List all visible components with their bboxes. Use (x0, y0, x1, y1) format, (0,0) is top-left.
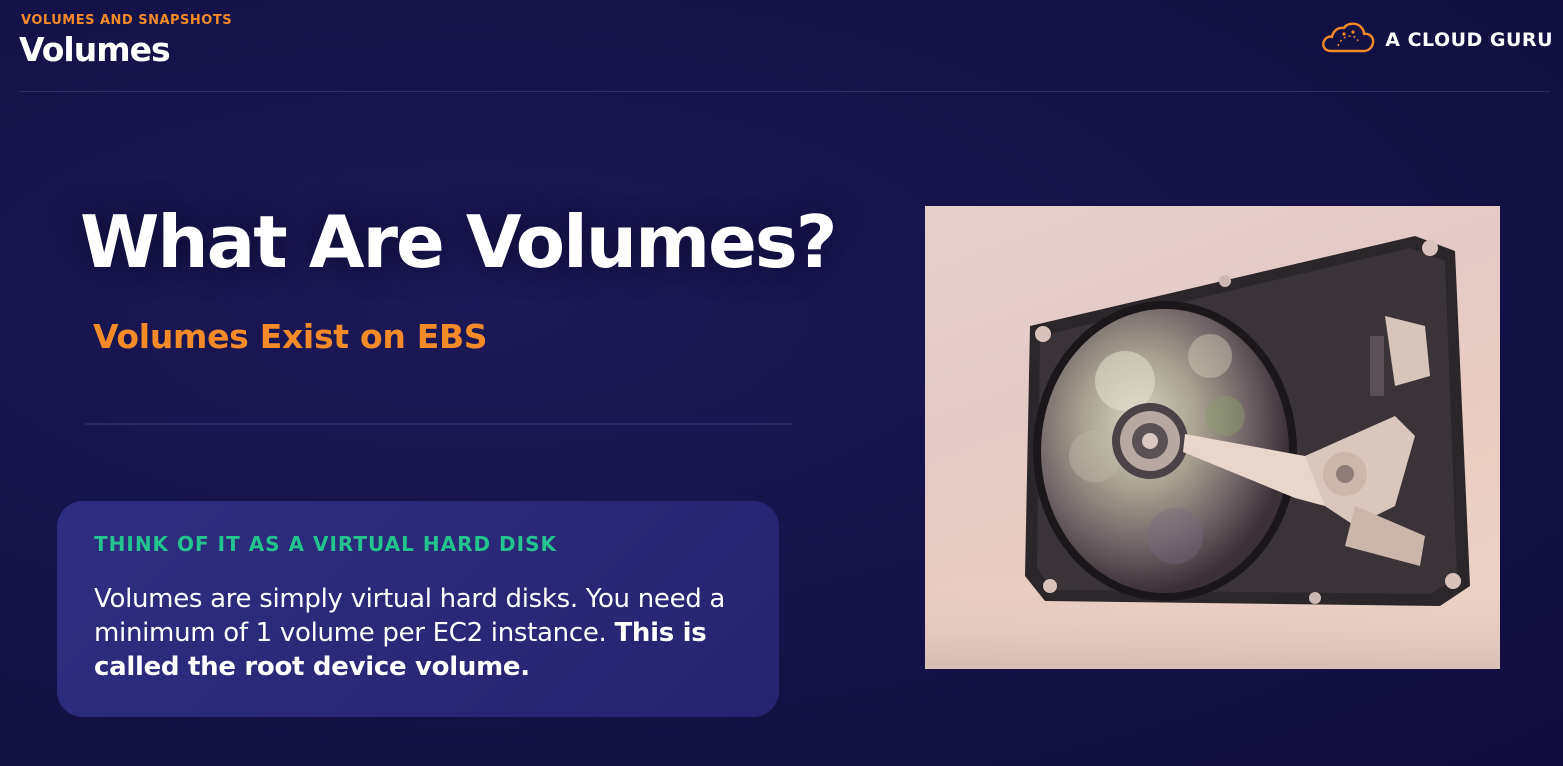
callout-card: THINK OF IT AS A VIRTUAL HARD DISK Volum… (57, 501, 779, 717)
header-divider (19, 91, 1550, 92)
page-title: Volumes (19, 30, 171, 69)
slide-title: What Are Volumes? (80, 200, 838, 284)
callout-heading: THINK OF IT AS A VIRTUAL HARD DISK (94, 532, 557, 556)
callout-body: Volumes are simply virtual hard disks. Y… (94, 582, 743, 684)
cloud-logo-icon (1321, 22, 1375, 58)
brand-name: A CLOUD GURU (1385, 29, 1553, 51)
hard-disk-photo (925, 206, 1500, 669)
header-eyebrow: VOLUMES AND SNAPSHOTS (21, 13, 233, 28)
section-divider (85, 423, 792, 425)
brand-logo: A CLOUD GURU (1321, 22, 1553, 58)
slide-subtitle: Volumes Exist on EBS (93, 317, 488, 356)
